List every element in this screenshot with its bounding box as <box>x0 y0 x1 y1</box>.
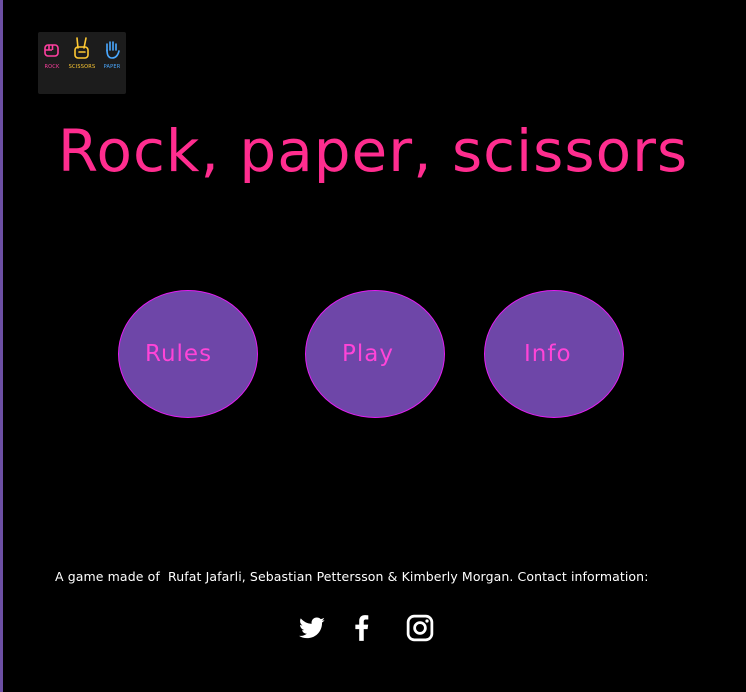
left-edge-bar <box>0 0 3 692</box>
open-hand-icon <box>106 41 120 59</box>
page-title: Rock, paper, scissors <box>57 117 689 185</box>
info-button-label: Info <box>524 341 572 367</box>
logo[interactable]: ROCK SCISSORS PAPER <box>38 32 126 94</box>
facebook-link[interactable] <box>348 613 378 643</box>
twitter-link[interactable] <box>298 613 328 643</box>
twitter-icon <box>299 617 325 639</box>
logo-paper: PAPER <box>98 40 126 70</box>
logo-rock: ROCK <box>38 40 66 70</box>
facebook-icon <box>355 615 369 641</box>
instagram-icon <box>406 614 434 642</box>
logo-paper-label: PAPER <box>103 64 121 70</box>
rules-button-label: Rules <box>145 341 213 367</box>
rules-button[interactable]: Rules <box>118 290 258 418</box>
play-button-label: Play <box>342 341 394 367</box>
logo-scissors: SCISSORS <box>68 37 96 70</box>
peace-hand-icon <box>74 37 89 59</box>
fist-icon <box>44 44 59 57</box>
footer-credits: A game made of Rufat Jafarli, Sebastian … <box>55 569 649 584</box>
play-button[interactable]: Play <box>305 290 445 418</box>
logo-scissors-label: SCISSORS <box>68 64 96 70</box>
info-button[interactable]: Info <box>484 290 624 418</box>
instagram-link[interactable] <box>405 613 435 643</box>
logo-rock-label: ROCK <box>44 64 60 70</box>
